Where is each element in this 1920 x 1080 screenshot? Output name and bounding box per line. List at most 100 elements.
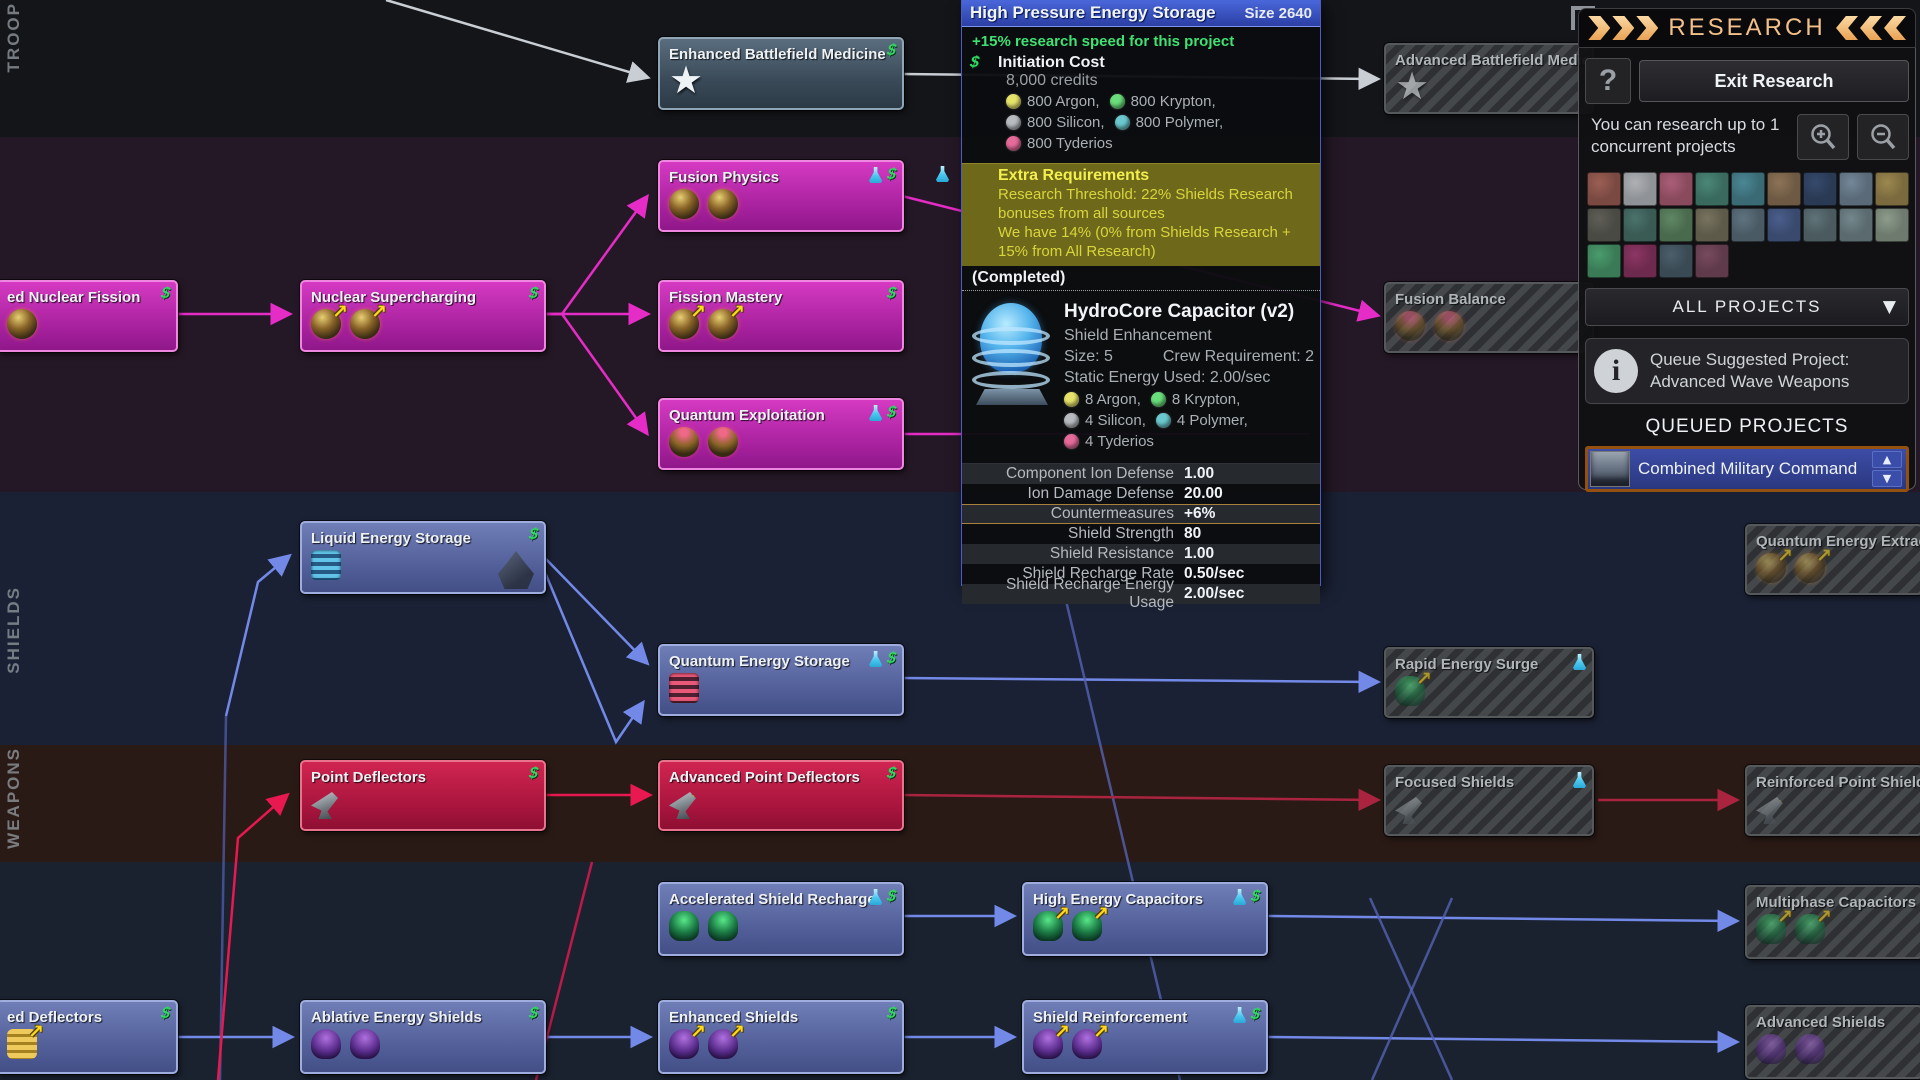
resource-dot-icon: [1110, 94, 1125, 109]
project-title: High Pressure Energy Storage: [970, 3, 1216, 23]
lab-flask-icon: [1573, 772, 1586, 788]
creature-icon[interactable]: [1659, 244, 1693, 278]
research-node-liquid-energy-storage[interactable]: Liquid Energy Storage$: [300, 521, 546, 594]
electronics-icon[interactable]: [1623, 208, 1657, 242]
research-node-advanced-shields[interactable]: Advanced Shields: [1745, 1005, 1920, 1079]
hangar-icon[interactable]: [1767, 208, 1801, 242]
queued-project-item[interactable]: Combined Military Command ▲ ▼: [1585, 446, 1909, 492]
upgrade-arrow-icon: ↗: [1093, 903, 1109, 925]
dish-icon: ↗: [1756, 794, 1786, 824]
credits-icon: $: [160, 287, 171, 301]
initiation-cost-section: $ Initiation Cost 8,000 credits 800 Argo…: [962, 52, 1320, 159]
star-icon: ★: [669, 66, 699, 96]
research-node-high-energy-capacitors[interactable]: High Energy Capacitors$↗↗: [1022, 882, 1268, 956]
reactor-icon: [669, 189, 699, 219]
reactor-icon: [7, 309, 37, 339]
research-node-enhanced-battlefield-medicine[interactable]: Enhanced Battlefield Medicine$★: [658, 37, 904, 110]
move-down-button[interactable]: ▼: [1872, 470, 1902, 487]
stat-value: +6%: [1174, 505, 1215, 523]
research-node-shield-reinforcement[interactable]: Shield Reinforcement$↗↗: [1022, 1000, 1268, 1074]
component-resources: 8 Argon,8 Krypton,4 Silicon,4 Polymer,4 …: [1064, 388, 1314, 453]
node-label: Multiphase Capacitors: [1747, 887, 1920, 911]
research-node-fusion-balance[interactable]: Fusion Balance: [1384, 282, 1594, 353]
research-node-enhanced-shields[interactable]: Enhanced Shields$↗↗: [658, 1000, 904, 1074]
upgrade-arrow-icon: ↗: [1093, 1021, 1109, 1043]
shield-icon: [311, 1029, 341, 1059]
pipes-icon[interactable]: [1875, 172, 1909, 206]
connector-blue: [1266, 1037, 1735, 1042]
vortex-icon[interactable]: [1623, 244, 1657, 278]
flags-icon[interactable]: [1875, 208, 1909, 242]
mech-icon[interactable]: [1587, 208, 1621, 242]
extra-requirement-line: Research Threshold: 22% Shields Research: [998, 185, 1310, 204]
troops-icon[interactable]: [1659, 172, 1693, 206]
armor-icon[interactable]: [1839, 172, 1873, 206]
missile-icon[interactable]: [1767, 172, 1801, 206]
message-icon[interactable]: [1623, 172, 1657, 206]
lab-flask-icon: [1233, 1007, 1246, 1023]
research-node-reinforced-point-shields[interactable]: Reinforced Point Shields ↗: [1745, 765, 1920, 836]
all-projects-dropdown[interactable]: ALL PROJECTS ▼: [1585, 288, 1909, 326]
panel-title: RESEARCH: [1668, 14, 1825, 42]
research-panel: RESEARCH ? Exit Research You can researc…: [1578, 8, 1916, 490]
ring-icon[interactable]: [1731, 172, 1765, 206]
info-icon: i: [1594, 349, 1638, 393]
exit-research-button[interactable]: Exit Research: [1639, 60, 1909, 102]
credits-icon: $: [886, 44, 897, 58]
upgrade-arrow-icon: ↗: [28, 1021, 44, 1043]
hydrocore-capacitor-icon: [970, 301, 1054, 405]
research-node-fusion-physics[interactable]: Fusion Physics$: [658, 160, 904, 232]
engine-icon[interactable]: [1695, 208, 1729, 242]
research-node-fission-mastery[interactable]: Fission Mastery$↗↗: [658, 280, 904, 352]
weapon-icon[interactable]: [1587, 172, 1621, 206]
all-projects-label: ALL PROJECTS: [1672, 297, 1821, 317]
node-label: Fusion Physics: [660, 162, 902, 186]
research-node-rapid-energy-surge[interactable]: Rapid Energy Surge↗: [1384, 647, 1594, 718]
connector-magenta: [544, 314, 646, 432]
queued-projects-heading: QUEUED PROJECTS: [1585, 416, 1909, 438]
resource-800-silicon: 800 Silicon,: [1006, 114, 1105, 131]
research-node-point-deflectors[interactable]: Point Deflectors$: [300, 760, 546, 831]
research-node-ed-nuclear-fission[interactable]: ed Nuclear Fission$: [0, 280, 178, 352]
chevrons-right-icon: [1836, 16, 1906, 40]
research-node-quantum-energy-extract[interactable]: Quantum Energy Extract↗↗: [1745, 524, 1920, 595]
stat-label: Component Ion Defense: [962, 465, 1174, 483]
research-node-advanced-point-deflectors[interactable]: Advanced Point Deflectors$↗: [658, 760, 904, 831]
extra-requirement-line: We have 14% (0% from Shields Research +: [998, 223, 1310, 242]
radar-icon[interactable]: [1803, 172, 1837, 206]
gen-icon: ↗: [1072, 911, 1102, 941]
stat-value: 2.00/sec: [1174, 585, 1244, 603]
helmet-icon[interactable]: [1695, 172, 1729, 206]
star-icon: ★: [1395, 72, 1425, 102]
zoom-in-button[interactable]: [1797, 114, 1849, 160]
upgrade-arrow-icon: ↗: [1777, 545, 1793, 567]
biology-icon[interactable]: [1659, 208, 1693, 242]
credits-icon: $: [528, 287, 539, 301]
upgrade-arrow-icon: ↗: [1816, 906, 1832, 928]
research-node-advanced-battlefield-medic[interactable]: Advanced Battlefield Medic★: [1384, 43, 1594, 114]
zoom-out-button[interactable]: [1857, 114, 1909, 160]
cargo-icon[interactable]: [1731, 208, 1765, 242]
construction-icon[interactable]: [1839, 208, 1873, 242]
research-node-quantum-exploitation[interactable]: Quantum Exploitation$: [658, 398, 904, 470]
research-node-ed-deflectors[interactable]: ed Deflectors$↗: [0, 1000, 178, 1074]
sensor-icon[interactable]: [1803, 208, 1837, 242]
research-node-multiphase-capacitors[interactable]: Multiphase Capacitors↗↗: [1745, 885, 1920, 959]
gen-icon: ↗: [1395, 676, 1425, 706]
node-label: Advanced Shields: [1747, 1007, 1920, 1031]
node-label: Reinforced Point Shields: [1747, 767, 1920, 791]
research-node-accelerated-shield-recharge[interactable]: Accelerated Shield Recharge$: [658, 882, 904, 956]
component-stats-table: Component Ion Defense1.00Ion Damage Defe…: [962, 463, 1320, 604]
queue-suggested-project-button[interactable]: i Queue Suggested Project: Advanced Wave…: [1585, 338, 1909, 404]
research-node-ablative-energy-shields[interactable]: Ablative Energy Shields$: [300, 1000, 546, 1074]
research-node-nuclear-supercharging[interactable]: Nuclear Supercharging$↗↗: [300, 280, 546, 352]
research-node-quantum-energy-storage[interactable]: Quantum Energy Storage$: [658, 644, 904, 716]
move-up-button[interactable]: ▲: [1872, 451, 1902, 468]
stat-label: Ion Damage Defense: [962, 485, 1174, 503]
research-node-focused-shields[interactable]: Focused Shields: [1384, 765, 1594, 836]
chevrons-left-icon: [1588, 16, 1658, 40]
help-button[interactable]: ?: [1585, 58, 1631, 104]
fighter-icon[interactable]: [1587, 244, 1621, 278]
crystal-icon[interactable]: [1695, 244, 1729, 278]
lab-flask-icon: [869, 405, 882, 421]
